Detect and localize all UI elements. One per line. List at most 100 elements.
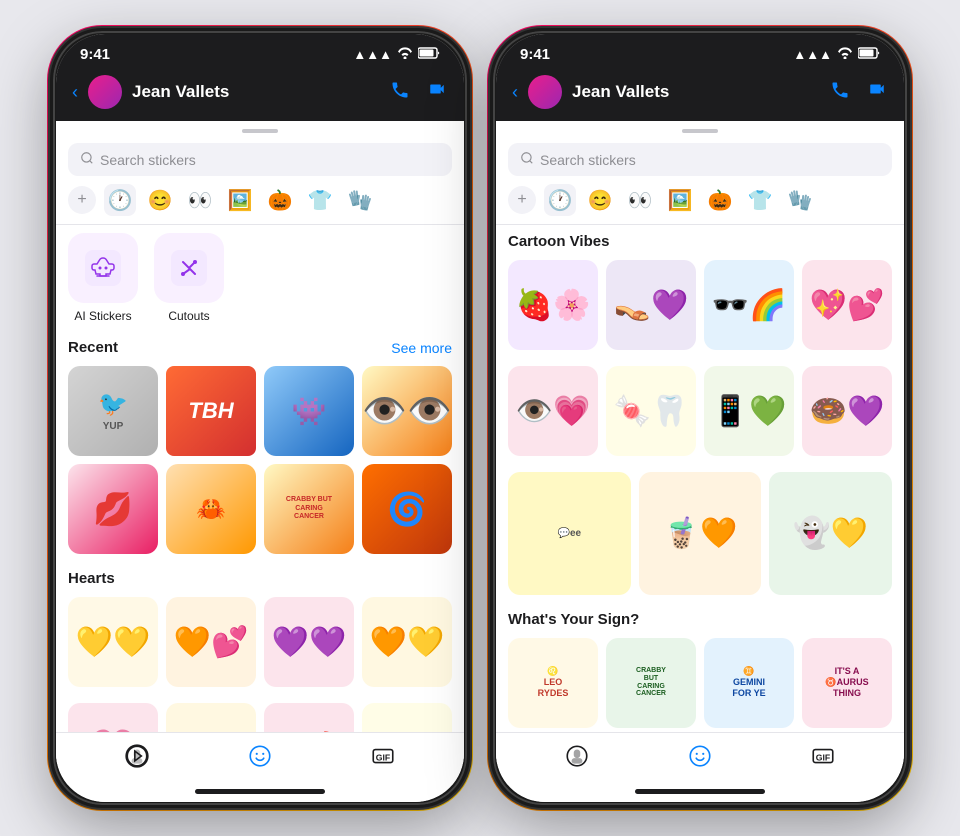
hearts-sticker-4[interactable]: 🧡💛 bbox=[362, 597, 452, 687]
phone-left: 9:41 ▲▲▲ bbox=[50, 28, 470, 808]
toolbar-mask-btn-right[interactable] bbox=[564, 743, 590, 769]
nav-actions-right bbox=[830, 80, 888, 105]
cartoon-7[interactable]: 📱💚 bbox=[704, 366, 794, 456]
call-icon-right[interactable] bbox=[830, 80, 850, 105]
phone-screen-left: 9:41 ▲▲▲ bbox=[56, 34, 464, 802]
battery-icon-right bbox=[858, 47, 880, 62]
video-icon-right[interactable] bbox=[866, 80, 888, 105]
hearts-sticker-8[interactable]: 💛😊 bbox=[362, 703, 452, 732]
toolbar-gif-btn-right[interactable]: GIF bbox=[810, 743, 836, 769]
cartoon-vibes-header: Cartoon Vibes bbox=[508, 233, 892, 250]
sticker-tbh[interactable]: TBH bbox=[166, 366, 256, 456]
toolbar-sticker-btn[interactable] bbox=[247, 743, 273, 769]
home-indicator-left bbox=[195, 789, 325, 794]
tab-emoji6-left[interactable]: 🧤 bbox=[344, 184, 376, 216]
cartoon-6[interactable]: 🍬🦷 bbox=[606, 366, 696, 456]
sign-title: What's Your Sign? bbox=[508, 611, 639, 628]
ai-stickers-icon bbox=[68, 233, 138, 303]
cartoon-8[interactable]: 🍩💜 bbox=[802, 366, 892, 456]
ai-stickers-label: AI Stickers bbox=[74, 309, 131, 323]
tab-emoji2-left[interactable]: 👀 bbox=[184, 184, 216, 216]
tab-r3[interactable]: 👀 bbox=[624, 184, 656, 216]
svg-text:GIF: GIF bbox=[375, 752, 389, 762]
cartoon-grid-2: 👁️💗 🍬🦷 📱💚 🍩💜 bbox=[508, 366, 892, 456]
cutouts-item[interactable]: Cutouts bbox=[154, 233, 224, 323]
cartoon-11[interactable]: 👻💛 bbox=[769, 472, 892, 595]
tab-emoji5-left[interactable]: 👕 bbox=[304, 184, 336, 216]
sticker-blue-monster[interactable]: 👾 bbox=[264, 366, 354, 456]
back-button-left[interactable]: ‹ bbox=[72, 82, 78, 103]
nav-title-right: Jean Vallets bbox=[572, 82, 820, 102]
tab-emoji4-left[interactable]: 🎃 bbox=[264, 184, 296, 216]
nav-title-left: Jean Vallets bbox=[132, 82, 380, 102]
cutouts-label: Cutouts bbox=[168, 309, 209, 323]
hearts-sticker-5[interactable]: 💗 bbox=[68, 703, 158, 732]
cartoon-4[interactable]: 💖💕 bbox=[802, 260, 892, 350]
bottom-toolbar-right: GIF bbox=[496, 732, 904, 785]
tab-r4[interactable]: 🖼️ bbox=[664, 184, 696, 216]
sticker-lips[interactable]: 💋 bbox=[68, 464, 158, 554]
recent-header: Recent See more bbox=[68, 339, 452, 356]
cartoon-3[interactable]: 🕶️🌈 bbox=[704, 260, 794, 350]
tab-emoji1-left[interactable]: 😊 bbox=[144, 184, 176, 216]
hearts-sticker-6[interactable]: 🧡😍 bbox=[166, 703, 256, 732]
sticker-content-right[interactable]: Cartoon Vibes 🍓🌸 👡💜 🕶️🌈 💖💕 👁️💗 🍬🦷 📱💚 🍩💜 bbox=[496, 225, 904, 732]
tab-recent-right[interactable]: 🕐 bbox=[544, 184, 576, 216]
cartoon-9[interactable]: 💬ee bbox=[508, 472, 631, 595]
search-bar-left[interactable]: Search stickers bbox=[68, 143, 452, 176]
status-time-right: 9:41 bbox=[520, 46, 550, 63]
sticker-crabby[interactable]: CRABBY BUTCARINGCANCER bbox=[264, 464, 354, 554]
hearts-title: Hearts bbox=[68, 570, 115, 587]
tab-r5[interactable]: 🎃 bbox=[704, 184, 736, 216]
tab-add-left[interactable]: + bbox=[68, 186, 96, 214]
status-bar-left: 9:41 ▲▲▲ bbox=[56, 34, 464, 67]
cartoon-2[interactable]: 👡💜 bbox=[606, 260, 696, 350]
tab-add-right[interactable]: + bbox=[508, 186, 536, 214]
nav-bar-right: ‹ Jean Vallets bbox=[496, 67, 904, 121]
toolbar-gif-btn[interactable]: GIF bbox=[370, 743, 396, 769]
nav-bar-left: ‹ Jean Vallets bbox=[56, 67, 464, 121]
sticker-pigeon-yup[interactable]: 🐦 YUP bbox=[68, 366, 158, 456]
cartoon-5[interactable]: 👁️💗 bbox=[508, 366, 598, 456]
see-more-button[interactable]: See more bbox=[391, 340, 452, 356]
bottom-toolbar-left: GIF bbox=[56, 732, 464, 785]
sticker-swirl[interactable]: 🌀 bbox=[362, 464, 452, 554]
cartoon-10[interactable]: 🧋🧡 bbox=[639, 472, 762, 595]
tab-r6[interactable]: 👕 bbox=[744, 184, 776, 216]
call-icon-left[interactable] bbox=[390, 80, 410, 105]
avatar-left bbox=[88, 75, 122, 109]
avatar-right bbox=[528, 75, 562, 109]
phone-frame-left: 9:41 ▲▲▲ bbox=[50, 28, 470, 808]
back-button-right[interactable]: ‹ bbox=[512, 82, 518, 103]
video-icon-left[interactable] bbox=[426, 80, 448, 105]
toolbar-sticker-btn-right[interactable] bbox=[687, 743, 713, 769]
search-bar-right[interactable]: Search stickers bbox=[508, 143, 892, 176]
tab-r2[interactable]: 😊 bbox=[584, 184, 616, 216]
sticker-orange-char[interactable]: 🦀 bbox=[166, 464, 256, 554]
tab-r7[interactable]: 🧤 bbox=[784, 184, 816, 216]
hearts-sticker-3[interactable]: 💜💜 bbox=[264, 597, 354, 687]
nav-actions-left bbox=[390, 80, 448, 105]
sign-taurus[interactable]: IT'S A♉AURUSTHING bbox=[802, 638, 892, 728]
hearts-grid-2: 💗 🧡😍 ❤️🔥 💛😊 bbox=[68, 703, 452, 732]
cartoon-grid-3: 💬ee 🧋🧡 👻💛 bbox=[508, 472, 892, 595]
sign-cancer[interactable]: CRABBYBUTCARINGCANCER bbox=[606, 638, 696, 728]
home-indicator-right bbox=[635, 789, 765, 794]
hearts-sticker-7[interactable]: ❤️🔥 bbox=[264, 703, 354, 732]
sign-leo[interactable]: ♌LEORYDES bbox=[508, 638, 598, 728]
toolbar-mask-btn[interactable] bbox=[124, 743, 150, 769]
tab-recent-left[interactable]: 🕐 bbox=[104, 184, 136, 216]
sign-gemini[interactable]: ♊GEMINIFOR YE bbox=[704, 638, 794, 728]
tab-emoji3-left[interactable]: 🖼️ bbox=[224, 184, 256, 216]
sign-header: What's Your Sign? bbox=[508, 611, 892, 628]
category-tabs-left: + 🕐 😊 👀 🖼️ 🎃 👕 🧤 bbox=[56, 184, 464, 225]
sticker-content-left[interactable]: AI Stickers Cutouts bbox=[56, 225, 464, 732]
status-time-left: 9:41 bbox=[80, 46, 110, 63]
search-icon-right bbox=[520, 151, 534, 168]
ai-stickers-item[interactable]: AI Stickers bbox=[68, 233, 138, 323]
drag-handle-right bbox=[682, 129, 718, 133]
hearts-sticker-2[interactable]: 🧡💕 bbox=[166, 597, 256, 687]
sticker-eyes[interactable]: 👁️👁️ bbox=[362, 366, 452, 456]
hearts-sticker-1[interactable]: 💛💛 bbox=[68, 597, 158, 687]
cartoon-1[interactable]: 🍓🌸 bbox=[508, 260, 598, 350]
